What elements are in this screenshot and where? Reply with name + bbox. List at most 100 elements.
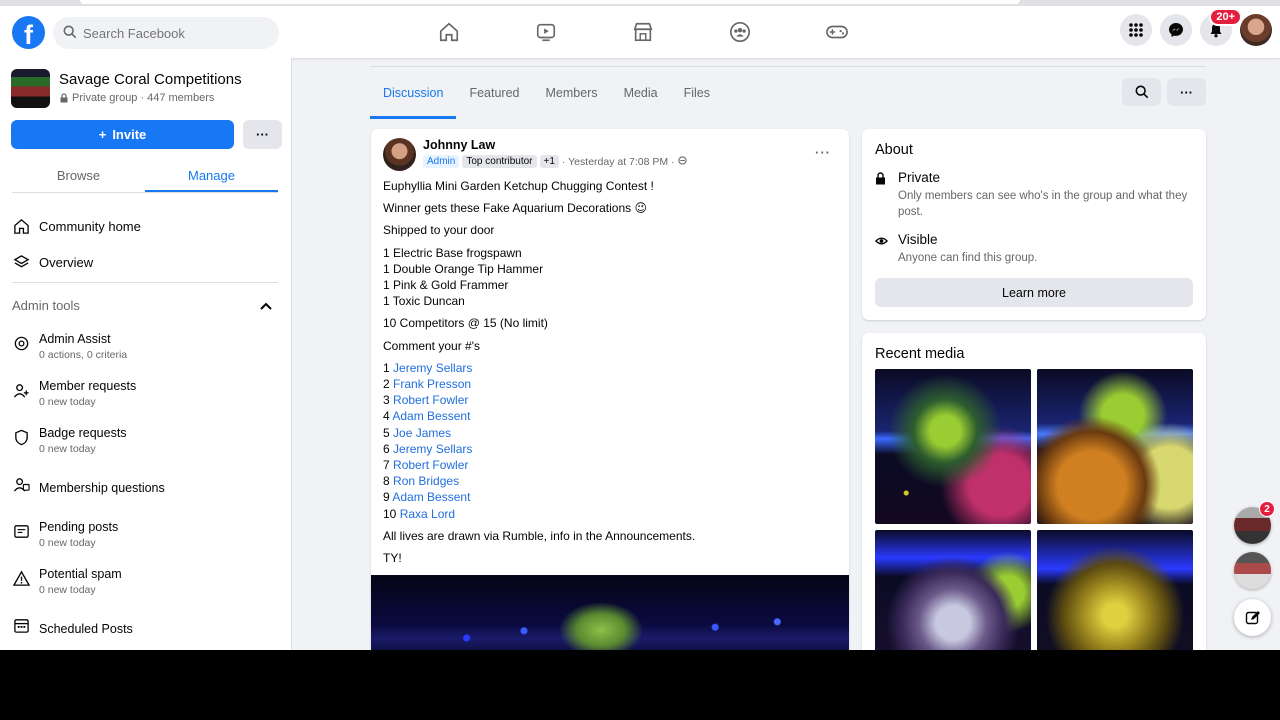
about-private: Private Only members can see who's in th… [875, 170, 1188, 220]
facebook-window: f Search Facebook 20+ Savage Coral Compe… [0, 0, 1280, 650]
home-icon [12, 217, 30, 235]
admin-tools-title: Admin tools [12, 298, 80, 313]
notifications-button[interactable]: 20+ [1200, 8, 1242, 46]
tab-manage[interactable]: Manage [145, 159, 278, 192]
post-timestamp[interactable]: · Yesterday at 7:08 PM · [562, 156, 675, 168]
menu-grid-button[interactable] [1120, 14, 1152, 46]
tab-files[interactable]: Files [671, 67, 723, 119]
post-text: Euphyllia Mini Garden Ketchup Chugging C… [383, 178, 838, 572]
author-avatar[interactable] [383, 138, 416, 171]
group-sidebar: Savage Coral Competitions Private group … [0, 58, 292, 650]
more-badges[interactable]: +1 [539, 155, 559, 168]
learn-more-button[interactable]: Learn more [875, 278, 1193, 307]
mention-link[interactable]: Jeremy Sellars [393, 442, 472, 456]
account-controls: 20+ [1120, 8, 1272, 46]
admin-item-badge-requests[interactable]: Badge requests 0 new today [12, 422, 280, 469]
mention-link[interactable]: Robert Fowler [393, 458, 468, 472]
media-thumbnail[interactable] [875, 369, 1031, 524]
admin-item-pending-posts[interactable]: Pending posts 0 new today [12, 516, 280, 563]
admin-item-member-requests[interactable]: Member requests 0 new today [12, 375, 280, 422]
post-author[interactable]: Johnny Law [423, 138, 687, 152]
chat-head[interactable] [1234, 552, 1271, 589]
watch-icon[interactable] [497, 6, 594, 58]
post-header: Johnny Law Admin Top contributor +1 · Ye… [383, 138, 687, 171]
admin-tools-list: Admin Assist 0 actions, 0 criteria Member… [12, 328, 280, 650]
admin-item-potential-spam[interactable]: Potential spam 0 new today [12, 563, 280, 610]
tab-members[interactable]: Members [532, 67, 610, 119]
tab-browse[interactable]: Browse [12, 159, 145, 192]
messenger-icon [1169, 23, 1183, 37]
post-more-button[interactable]: ··· [815, 145, 831, 160]
new-message-button[interactable] [1234, 599, 1271, 636]
group-meta: Private group · 447 members [59, 92, 242, 104]
pending-post-icon [12, 522, 30, 540]
mention-link[interactable]: Raxa Lord [400, 507, 455, 521]
invite-button[interactable]: + Invite [11, 120, 234, 149]
sidebar-tabs: Browse Manage [12, 159, 278, 193]
sidebar-item-community-home[interactable]: Community home [12, 208, 280, 244]
mention-link[interactable]: Frank Presson [393, 377, 471, 391]
gaming-icon[interactable] [788, 6, 885, 58]
home-icon[interactable] [400, 6, 497, 58]
mention-link[interactable]: Adam Bessent [392, 490, 470, 504]
divider [12, 282, 278, 283]
admin-item-admin-assist[interactable]: Admin Assist 0 actions, 0 criteria [12, 328, 280, 375]
chevron-up-icon[interactable] [260, 298, 272, 313]
search-box[interactable] [53, 17, 279, 49]
about-card: About Private Only members can see who's… [862, 129, 1206, 320]
chat-unread-badge: 2 [1259, 501, 1275, 517]
gear-badge-icon [12, 334, 30, 352]
group-tabs: Discussion Featured Members Media Files … [370, 66, 1206, 119]
admin-tools-header[interactable]: Admin tools [12, 298, 272, 313]
eye-icon [875, 234, 889, 267]
top-contributor-badge[interactable]: Top contributor [462, 155, 537, 168]
admin-item-scheduled-posts[interactable]: Scheduled Posts [12, 610, 280, 650]
tab-discussion[interactable]: Discussion [370, 67, 457, 119]
media-thumbnail[interactable] [875, 530, 1031, 650]
group-privacy: Private group [72, 92, 138, 104]
mention-link[interactable]: Adam Bessent [392, 409, 470, 423]
facebook-logo[interactable]: f [12, 16, 45, 49]
calendar-icon [12, 616, 30, 634]
sidebar-item-overview[interactable]: Overview [12, 244, 280, 280]
search-input[interactable] [83, 25, 263, 41]
compose-icon [1245, 610, 1260, 624]
tab-featured[interactable]: Featured [456, 67, 532, 119]
about-visible: Visible Anyone can find this group. [875, 232, 1188, 267]
groups-icon[interactable] [691, 6, 788, 58]
grid-icon [1129, 23, 1143, 37]
person-question-icon [12, 475, 30, 493]
sidebar-menu: Community home Overview [12, 208, 280, 280]
profile-avatar[interactable] [1240, 14, 1272, 46]
post-photo[interactable] [371, 575, 849, 650]
recent-media-card: Recent media [862, 333, 1206, 650]
plus-icon: + [98, 127, 107, 142]
group-more-button[interactable]: ··· [243, 120, 282, 149]
top-navigation-bar: f Search Facebook 20+ [0, 6, 1280, 58]
entry-list: 1 Jeremy Sellars 2 Frank Presson 3 Rober… [383, 360, 473, 521]
media-thumbnail[interactable] [1037, 530, 1193, 650]
mention-link[interactable]: Robert Fowler [393, 393, 468, 407]
search-icon [63, 25, 77, 42]
group-thumbnail[interactable] [11, 69, 50, 108]
mention-link[interactable]: Joe James [393, 426, 451, 440]
group-options-button[interactable]: ··· [1167, 78, 1206, 106]
marketplace-icon[interactable] [594, 6, 691, 58]
shield-icon [12, 428, 30, 446]
group-name[interactable]: Savage Coral Competitions [59, 71, 242, 88]
mention-link[interactable]: Ron Bridges [393, 474, 459, 488]
messenger-button[interactable] [1160, 14, 1192, 46]
group-search-button[interactable] [1122, 78, 1161, 106]
group-member-count[interactable]: 447 members [147, 92, 214, 104]
tab-media[interactable]: Media [611, 67, 671, 119]
media-thumbnail[interactable] [1037, 369, 1193, 524]
admin-badge[interactable]: Admin [423, 155, 460, 168]
admin-item-membership-questions[interactable]: Membership questions [12, 469, 280, 516]
warning-icon [12, 569, 30, 587]
mention-link[interactable]: Jeremy Sellars [393, 361, 472, 375]
recent-media-title: Recent media [875, 346, 965, 362]
main-nav [400, 6, 885, 58]
group-header: Savage Coral Competitions Private group … [11, 69, 242, 108]
notifications-badge: 20+ [1209, 8, 1242, 26]
lock-icon [60, 93, 68, 103]
